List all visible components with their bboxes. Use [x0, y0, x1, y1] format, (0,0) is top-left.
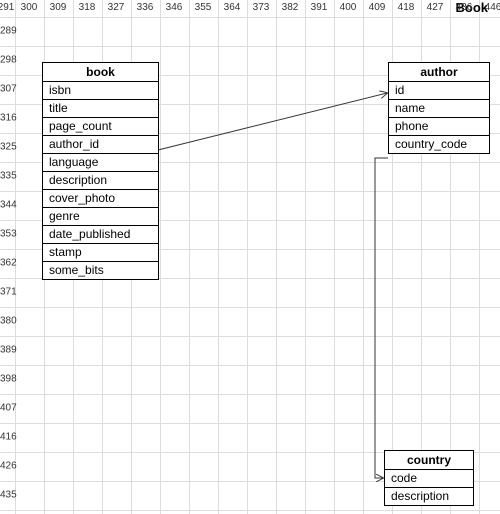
field: isbn	[43, 82, 158, 100]
ruler-tick: 309	[50, 2, 67, 13]
ruler-tick: 407	[0, 403, 17, 414]
ruler-tick: 427	[427, 2, 444, 13]
ruler-tick: 353	[0, 229, 17, 240]
entity-country[interactable]: country code description	[384, 450, 474, 506]
field: description	[43, 172, 158, 190]
field: country_code	[389, 136, 489, 153]
entity-header: author	[389, 63, 489, 82]
field: language	[43, 154, 158, 172]
ruler-tick: 327	[108, 2, 125, 13]
field: cover_photo	[43, 190, 158, 208]
field: page_count	[43, 118, 158, 136]
ruler-tick: 436	[456, 2, 473, 13]
ruler-tick: 307	[0, 84, 17, 95]
field: id	[389, 82, 489, 100]
diagram-canvas: Book 291 300 309 318 327 336 346 355 364…	[0, 0, 500, 514]
field: date_published	[43, 226, 158, 244]
ruler-tick: 416	[0, 432, 17, 443]
field: some_bits	[43, 262, 158, 279]
field: description	[385, 488, 473, 505]
ruler-tick: 300	[21, 2, 38, 13]
ruler-tick: 325	[0, 142, 17, 153]
ruler-tick: 435	[0, 490, 17, 501]
field: title	[43, 100, 158, 118]
ruler-tick: 446	[485, 2, 500, 13]
ruler-tick: 316	[0, 113, 17, 124]
ruler-tick: 355	[195, 2, 212, 13]
ruler-tick: 291	[0, 2, 14, 13]
ruler-tick: 364	[224, 2, 241, 13]
ruler-tick: 336	[137, 2, 154, 13]
ruler-tick: 289	[0, 26, 17, 37]
entity-book[interactable]: book isbn title page_count author_id lan…	[42, 62, 159, 280]
entity-header: country	[385, 451, 473, 470]
ruler-tick: 373	[253, 2, 270, 13]
field: stamp	[43, 244, 158, 262]
ruler-tick: 418	[398, 2, 415, 13]
ruler-tick: 335	[0, 171, 17, 182]
ruler-tick: 371	[0, 287, 17, 298]
field: code	[385, 470, 473, 488]
entity-author[interactable]: author id name phone country_code	[388, 62, 490, 154]
ruler-tick: 346	[166, 2, 183, 13]
ruler-tick: 409	[369, 2, 386, 13]
ruler-top: 291 300 309 318 327 336 346 355 364 373 …	[0, 2, 500, 16]
ruler-tick: 400	[340, 2, 357, 13]
ruler-tick: 298	[0, 55, 17, 66]
field: author_id	[43, 136, 158, 154]
ruler-tick: 344	[0, 200, 17, 211]
ruler-tick: 426	[0, 461, 17, 472]
field: genre	[43, 208, 158, 226]
ruler-tick: 391	[311, 2, 328, 13]
ruler-tick: 398	[0, 374, 17, 385]
ruler-tick: 380	[0, 316, 17, 327]
ruler-tick: 389	[0, 345, 17, 356]
field: name	[389, 100, 489, 118]
field: phone	[389, 118, 489, 136]
entity-header: book	[43, 63, 158, 82]
ruler-tick: 318	[79, 2, 96, 13]
ruler-tick: 382	[282, 2, 299, 13]
ruler-tick: 362	[0, 258, 17, 269]
